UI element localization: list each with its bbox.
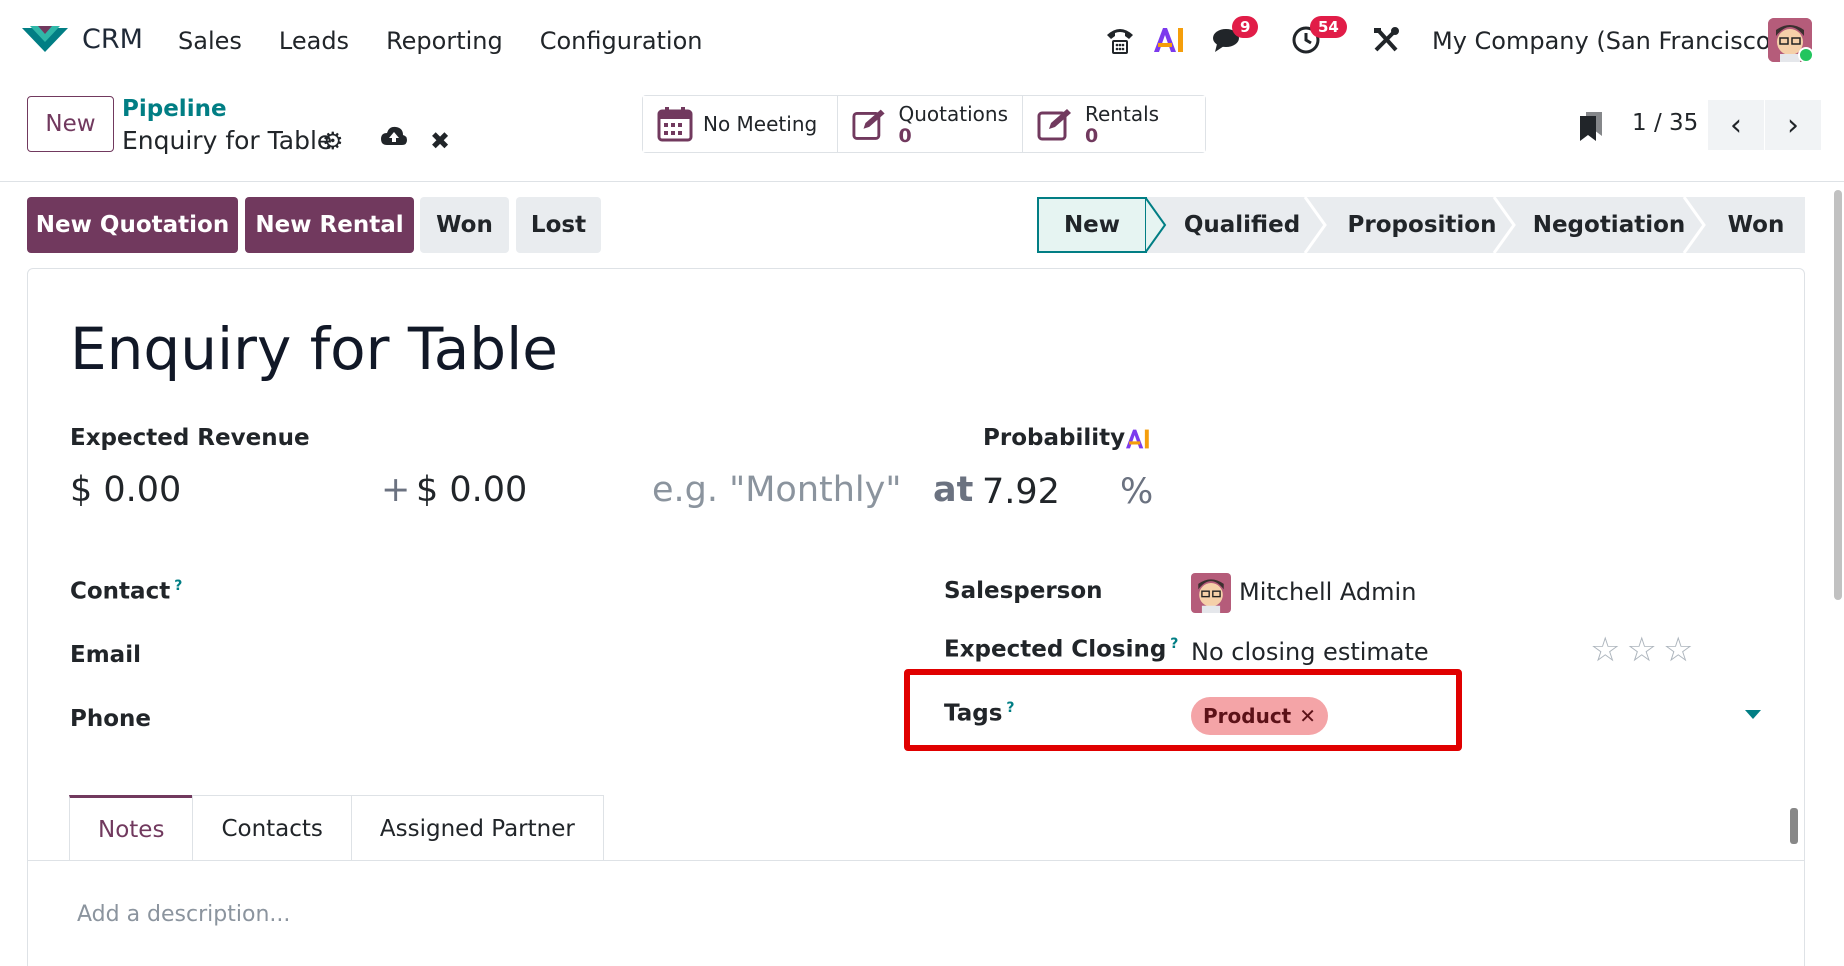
- tools-icon[interactable]: [1366, 20, 1406, 60]
- status-bar: New Quotation New Rental Won Lost New Qu…: [27, 197, 1805, 255]
- new-rental-button[interactable]: New Rental: [245, 197, 414, 253]
- tags-highlight-box: [904, 669, 1462, 751]
- stage-separator: [1492, 197, 1516, 253]
- stage-separator: [1303, 197, 1327, 253]
- ai-icon[interactable]: [1148, 20, 1188, 60]
- edit-pencil-icon: [1037, 109, 1071, 141]
- contact-label-text: Contact: [70, 578, 171, 605]
- expected-closing-label: Expected Closing?: [944, 636, 1178, 663]
- activities-badge: 54: [1310, 16, 1347, 38]
- mark-won-button[interactable]: Won: [420, 197, 509, 253]
- bookmark-icon[interactable]: [1578, 110, 1604, 149]
- menu-leads[interactable]: Leads: [279, 27, 349, 55]
- gear-icon[interactable]: ⚙: [322, 127, 344, 155]
- email-label: Email: [70, 642, 141, 668]
- app-name[interactable]: CRM: [82, 24, 143, 55]
- expected-closing-label-text: Expected Closing: [944, 636, 1167, 663]
- page-scrollbar[interactable]: [1834, 190, 1842, 600]
- save-cloud-icon[interactable]: [380, 125, 408, 153]
- new-quotation-button[interactable]: New Quotation: [27, 197, 238, 253]
- discard-close-icon[interactable]: ✖: [430, 127, 450, 155]
- pager-previous-button[interactable]: ‹: [1708, 100, 1764, 150]
- probability-input[interactable]: 7.92: [982, 472, 1060, 512]
- pager-next-button[interactable]: ›: [1765, 100, 1821, 150]
- rentals-smart-button[interactable]: Rentals 0: [1023, 96, 1205, 152]
- meeting-label: No Meeting: [703, 112, 818, 136]
- stage-negotiation[interactable]: Negotiation: [1519, 197, 1699, 253]
- stage-proposition[interactable]: Proposition: [1332, 197, 1512, 253]
- tags-dropdown-caret-icon[interactable]: [1745, 710, 1761, 719]
- inner-scrollbar[interactable]: [1790, 808, 1798, 844]
- phone-label: Phone: [70, 706, 152, 732]
- mark-lost-button[interactable]: Lost: [516, 197, 601, 253]
- stage-separator: [1682, 197, 1706, 253]
- breadcrumb-pipeline[interactable]: Pipeline: [122, 96, 227, 122]
- at-label: at: [933, 470, 974, 510]
- pager-value[interactable]: 1 / 35: [1632, 110, 1698, 136]
- chevron-left-icon: ‹: [1730, 107, 1742, 143]
- messages-badge: 9: [1232, 16, 1259, 38]
- smart-buttons: No Meeting Quotations 0 Rentals 0: [642, 95, 1206, 153]
- calendar-icon: [657, 107, 693, 142]
- stage-won[interactable]: Won: [1707, 197, 1805, 253]
- crm-logo-icon[interactable]: [20, 22, 70, 58]
- help-icon[interactable]: ?: [174, 578, 182, 594]
- star-icon[interactable]: ☆: [1590, 630, 1626, 670]
- notes-description-input[interactable]: Add a description...: [77, 902, 290, 927]
- lead-title[interactable]: Enquiry for Table: [70, 315, 558, 383]
- salesperson-avatar: [1191, 573, 1231, 613]
- expected-closing-input[interactable]: No closing estimate: [1191, 638, 1429, 666]
- menu-configuration[interactable]: Configuration: [540, 27, 703, 55]
- tab-assigned-partner[interactable]: Assigned Partner: [350, 795, 604, 861]
- tab-contacts[interactable]: Contacts: [192, 795, 352, 861]
- quotations-count: 0: [898, 125, 912, 147]
- rentals-count: 0: [1085, 125, 1099, 147]
- salesperson-input[interactable]: Mitchell Admin: [1239, 578, 1416, 606]
- expected-revenue-label: Expected Revenue: [70, 425, 310, 451]
- quotations-label: Quotations: [898, 102, 1008, 126]
- tab-divider: [27, 860, 1805, 861]
- probability-label: Probability: [983, 425, 1126, 451]
- plus-sign: +: [381, 470, 411, 510]
- new-record-button[interactable]: New: [27, 96, 114, 152]
- quotations-smart-button[interactable]: Quotations 0: [838, 96, 1023, 152]
- stage-qualified[interactable]: Qualified: [1167, 197, 1317, 253]
- meeting-smart-button[interactable]: No Meeting: [643, 96, 838, 152]
- control-panel: New Pipeline Enquiry for Table ⚙ ✖ No Me…: [0, 82, 1844, 182]
- expected-revenue-input[interactable]: $ 0.00: [70, 470, 181, 510]
- rentals-label: Rentals: [1085, 102, 1160, 126]
- company-switcher[interactable]: My Company (San Francisco): [1432, 27, 1780, 55]
- main-menu: Sales Leads Reporting Configuration: [178, 27, 740, 55]
- tab-notes[interactable]: Notes: [69, 795, 194, 861]
- salesperson-label: Salesperson: [944, 578, 1103, 604]
- top-navbar: CRM Sales Leads Reporting Configuration …: [0, 0, 1844, 82]
- ai-probability-icon[interactable]: [1124, 428, 1150, 450]
- menu-reporting[interactable]: Reporting: [386, 27, 503, 55]
- priority-stars: ☆☆☆: [1590, 630, 1699, 670]
- percent-sign: %: [1120, 472, 1154, 512]
- star-icon[interactable]: ☆: [1663, 630, 1699, 670]
- chevron-right-icon: ›: [1787, 107, 1799, 143]
- phone-icon[interactable]: [1100, 20, 1140, 60]
- online-status-icon: [1798, 47, 1814, 63]
- breadcrumb-record-name: Enquiry for Table: [122, 126, 333, 155]
- stage-arrow-active: [1145, 197, 1167, 253]
- stage-new[interactable]: New: [1037, 197, 1147, 253]
- menu-sales[interactable]: Sales: [178, 27, 242, 55]
- contact-label: Contact?: [70, 578, 182, 605]
- recurring-revenue-input[interactable]: $ 0.00: [416, 470, 527, 510]
- help-icon[interactable]: ?: [1170, 636, 1178, 652]
- star-icon[interactable]: ☆: [1626, 630, 1662, 670]
- recurring-plan-input[interactable]: e.g. "Monthly": [652, 470, 901, 510]
- edit-pencil-icon: [852, 109, 885, 140]
- notebook-tabs: Notes Contacts Assigned Partner: [69, 795, 604, 861]
